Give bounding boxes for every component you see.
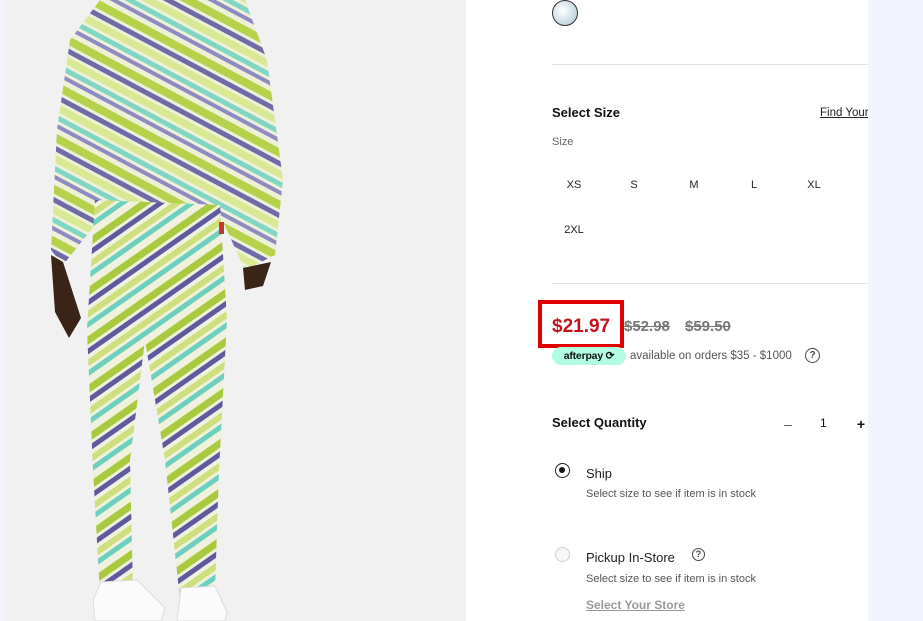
divider xyxy=(552,64,868,65)
afterpay-logo: afterpay ⟳ xyxy=(552,347,626,365)
size-option-l[interactable]: L xyxy=(732,171,776,199)
size-guide-link[interactable]: Find Your xyxy=(820,107,868,119)
page-right-gutter xyxy=(868,0,923,621)
help-icon[interactable]: ? xyxy=(805,348,820,363)
quantity-increase-button[interactable]: + xyxy=(853,416,868,432)
ship-radio[interactable] xyxy=(555,463,570,478)
size-option-m[interactable]: M xyxy=(672,171,716,199)
select-store-link[interactable]: Select Your Store xyxy=(586,598,685,612)
pickup-stock-note: Select size to see if item is in stock xyxy=(586,573,756,585)
sale-price: $21.97 xyxy=(552,316,611,337)
original-price: $59.50 xyxy=(685,318,731,335)
help-icon[interactable]: ? xyxy=(692,548,705,561)
afterpay-logo-text: afterpay xyxy=(563,350,603,362)
quantity-value: 1 xyxy=(820,416,827,430)
select-quantity-heading: Select Quantity xyxy=(552,415,647,430)
size-caption: Size xyxy=(552,136,574,148)
pickup-label[interactable]: Pickup In-Store xyxy=(586,550,675,565)
size-option-2xl[interactable]: 2XL xyxy=(552,216,596,244)
product-detail-panel: Select Size Find Your Size XS S M L XL 2… xyxy=(466,0,868,621)
original-price: $52.98 xyxy=(624,318,670,335)
divider xyxy=(552,283,868,284)
size-option-s[interactable]: S xyxy=(612,171,656,199)
product-image[interactable] xyxy=(5,0,466,621)
pickup-radio[interactable] xyxy=(555,547,570,562)
select-size-heading: Select Size xyxy=(552,105,620,120)
ship-label[interactable]: Ship xyxy=(586,466,612,481)
afterpay-info-text: available on orders $35 - $1000 xyxy=(630,350,792,362)
ship-stock-note: Select size to see if item is in stock xyxy=(586,488,756,500)
size-option-xs[interactable]: XS xyxy=(552,171,596,199)
tie-dye-sweatsuit-photo xyxy=(5,0,466,621)
size-option-xl[interactable]: XL xyxy=(792,171,836,199)
color-swatch-selected[interactable] xyxy=(552,0,578,26)
quantity-decrease-button[interactable]: – xyxy=(780,416,796,432)
